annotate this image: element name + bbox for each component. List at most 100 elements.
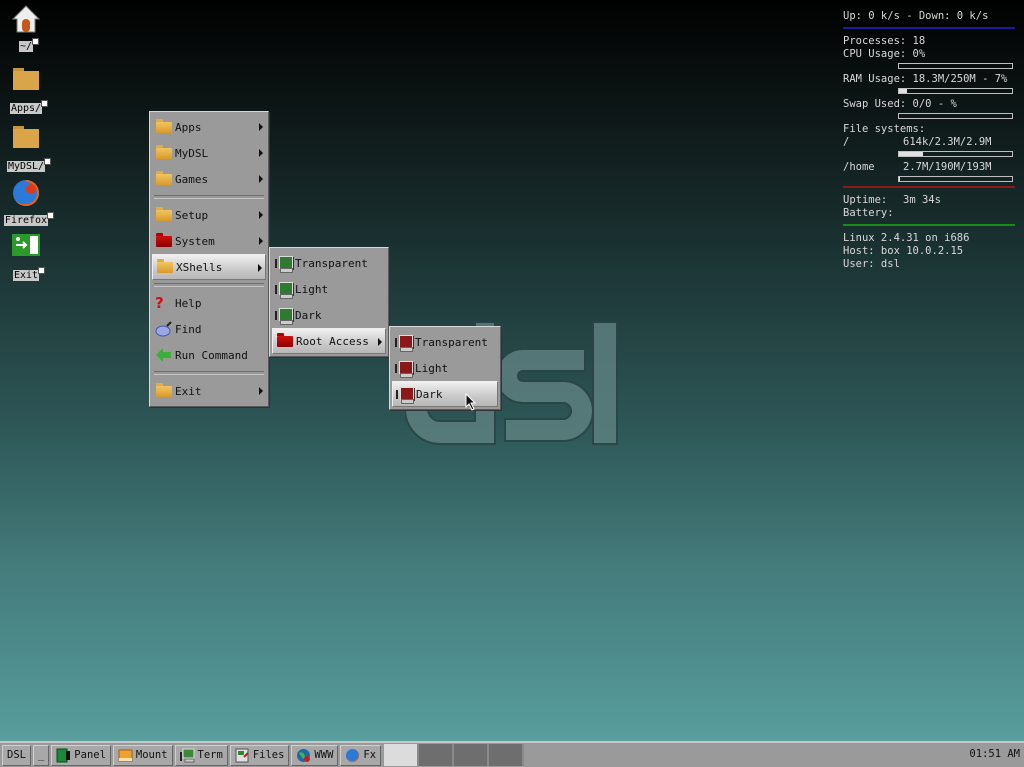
menu-item-system[interactable]: System	[152, 228, 266, 254]
desktop-icon-label: Apps/	[9, 100, 49, 114]
menu-item-setup[interactable]: Setup	[152, 202, 266, 228]
start-button[interactable]: DSL	[2, 744, 31, 766]
submenu-arrow-icon	[259, 149, 263, 157]
menu-item-label: Exit	[175, 384, 202, 398]
network-speed: Up: 0 k/s - Down: 0 k/s	[843, 10, 989, 22]
launcher-term[interactable]: Term	[174, 744, 228, 766]
launcher-www[interactable]: WWW	[291, 744, 339, 766]
submenu-arrow-icon	[258, 264, 262, 272]
menu-item-root-light[interactable]: Light	[392, 355, 498, 381]
battery-label: Battery:	[843, 207, 894, 219]
menu-item-label: Apps	[175, 120, 202, 134]
menu-item-label: Find	[175, 322, 202, 336]
menu-item-run-command[interactable]: Run Command	[152, 342, 266, 368]
menu-item-apps[interactable]: Apps	[152, 114, 266, 140]
cpu-usage: CPU Usage: 0%	[843, 48, 926, 60]
menu-item-xshells[interactable]: XShells	[152, 254, 266, 280]
desktop-icon-mydsl[interactable]: MyDSL/	[2, 124, 52, 173]
desktop-pager	[384, 744, 525, 766]
pager-desktop-1[interactable]	[384, 744, 420, 766]
help-icon: ?	[155, 294, 164, 312]
red-folder-icon	[155, 233, 173, 249]
folder-icon	[155, 171, 173, 187]
network-divider	[843, 27, 1015, 29]
desktop-icon-label: Exit	[12, 267, 46, 281]
menu-item-label: System	[175, 234, 215, 248]
pager-desktop-2[interactable]	[419, 744, 455, 766]
desktop-icon-exit[interactable]: Exit	[2, 233, 50, 282]
desktop-icon-label: Firefox	[3, 212, 55, 226]
desktop-icon-label: MyDSL/	[6, 158, 52, 172]
fs-root-bar	[898, 151, 1013, 157]
menu-item-label: Dark	[295, 308, 322, 322]
menu-item-root-dark[interactable]: Dark	[392, 381, 498, 407]
launcher-files[interactable]: Files	[229, 744, 290, 766]
menu-item-dark[interactable]: Dark	[272, 302, 386, 328]
launcher-fx[interactable]: Fx	[340, 744, 382, 766]
globe-icon	[296, 748, 311, 763]
menu-item-help[interactable]: ? Help	[152, 290, 266, 316]
menu-item-root-access[interactable]: Root Access	[272, 328, 386, 354]
menu-item-mydsl[interactable]: MyDSL	[152, 140, 266, 166]
menu-item-label: Dark	[416, 387, 443, 401]
host-info: Host: box 10.0.2.15	[843, 245, 964, 257]
folder-icon	[156, 259, 174, 275]
menu-item-label: Run Command	[175, 348, 248, 362]
fs-divider	[843, 186, 1015, 188]
swap-usage: Swap Used: 0/0 - %	[843, 98, 957, 110]
menu-item-find[interactable]: Find	[152, 316, 266, 342]
system-monitor: Up: 0 k/s - Down: 0 k/s Processes: 18 CP…	[843, 10, 1015, 271]
desktop-icon-apps[interactable]: Apps/	[2, 66, 50, 115]
folder-icon	[11, 124, 41, 154]
swap-usage-bar	[898, 113, 1013, 119]
pager-desktop-4[interactable]	[489, 744, 525, 766]
find-icon	[155, 321, 173, 337]
firefox-icon	[11, 178, 41, 208]
fs-home: /home 2.7M/190M/193M	[843, 161, 1015, 174]
panel-icon	[56, 748, 71, 763]
launcher-label: Term	[197, 749, 223, 761]
firefox-icon	[345, 748, 360, 763]
menu-item-transparent[interactable]: Transparent	[272, 250, 386, 276]
launcher-label: Fx	[363, 749, 377, 761]
launcher-mount[interactable]: Mount	[112, 744, 173, 766]
fs-mount: /home	[843, 161, 875, 173]
process-count: Processes: 18	[843, 35, 926, 47]
folder-icon	[11, 66, 41, 96]
menu-item-light[interactable]: Light	[272, 276, 386, 302]
root-access-submenu: Transparent Light Dark	[389, 326, 501, 410]
desktop-icon-firefox[interactable]: Firefox	[2, 178, 55, 227]
menu-separator	[154, 371, 264, 375]
files-icon	[235, 748, 250, 763]
menu-item-games[interactable]: Games	[152, 166, 266, 192]
clock: 01:51 AM	[969, 748, 1020, 760]
terminal-icon	[275, 307, 293, 325]
system-divider	[843, 224, 1015, 226]
folder-icon	[155, 383, 173, 399]
menu-item-label: Light	[415, 361, 449, 375]
menu-item-label: Light	[295, 282, 329, 296]
launcher-panel[interactable]: Panel	[51, 744, 111, 766]
red-folder-icon	[276, 333, 294, 349]
menu-separator	[154, 195, 264, 199]
uptime-value: 3m 34s	[903, 194, 941, 206]
pager-desktop-3[interactable]	[454, 744, 490, 766]
menu-item-exit[interactable]: Exit	[152, 378, 266, 404]
minimize-all-label: _	[37, 749, 45, 761]
filesystems-header: File systems:	[843, 123, 926, 135]
home-icon	[11, 4, 41, 34]
submenu-arrow-icon	[259, 175, 263, 183]
menu-item-label: Help	[175, 296, 202, 310]
mouse-cursor-icon	[465, 393, 477, 411]
desktop-icon-home[interactable]: ~/	[2, 4, 50, 53]
fs-root: / 614k/2.3M/2.9M	[843, 136, 1015, 149]
folder-icon	[155, 119, 173, 135]
menu-separator	[154, 283, 264, 287]
menu-item-root-transparent[interactable]: Transparent	[392, 329, 498, 355]
root-terminal-icon	[395, 334, 413, 352]
minimize-all-button[interactable]: _	[32, 744, 50, 766]
submenu-arrow-icon	[378, 338, 382, 346]
launcher-label: Mount	[135, 749, 168, 761]
submenu-arrow-icon	[259, 387, 263, 395]
launcher-label: WWW	[314, 749, 334, 761]
